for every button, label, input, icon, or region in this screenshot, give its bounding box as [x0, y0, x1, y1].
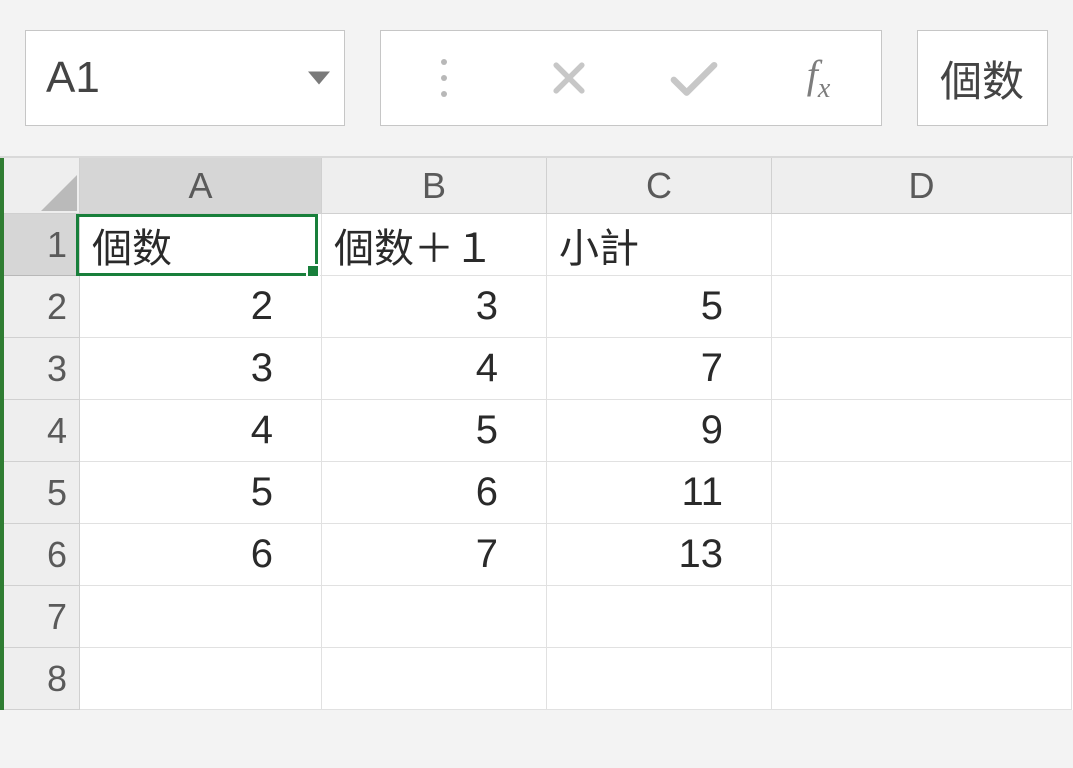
cell[interactable]: [80, 648, 322, 710]
row-header[interactable]: 7: [4, 586, 80, 648]
column-header-a[interactable]: A: [80, 158, 322, 214]
cell[interactable]: [322, 648, 547, 710]
cell[interactable]: [80, 586, 322, 648]
cell[interactable]: [772, 648, 1072, 710]
cell[interactable]: [547, 586, 772, 648]
select-all-corner[interactable]: [4, 158, 80, 214]
column-header-d[interactable]: D: [772, 158, 1072, 214]
fx-icon: fx: [807, 51, 831, 105]
cell[interactable]: 個数: [80, 214, 322, 276]
cell[interactable]: [772, 276, 1072, 338]
insert-function-button[interactable]: fx: [756, 31, 881, 125]
cell[interactable]: 個数＋１: [322, 214, 547, 276]
formula-bar-input[interactable]: 個数: [917, 30, 1048, 126]
grid-row: 1 個数 個数＋１ 小計: [4, 214, 1073, 276]
cell[interactable]: 11: [547, 462, 772, 524]
chevron-down-icon[interactable]: [308, 72, 330, 85]
grid-row: 2 2 3 5: [4, 276, 1073, 338]
expand-handle-icon[interactable]: [381, 31, 506, 125]
grid-row: 5 5 6 11: [4, 462, 1073, 524]
cell[interactable]: 6: [80, 524, 322, 586]
cell[interactable]: 6: [322, 462, 547, 524]
cell[interactable]: 9: [547, 400, 772, 462]
column-header-c[interactable]: C: [547, 158, 772, 214]
cancel-button[interactable]: [506, 31, 631, 125]
column-header-b[interactable]: B: [322, 158, 547, 214]
row-header[interactable]: 2: [4, 276, 80, 338]
cell[interactable]: [772, 214, 1072, 276]
grid-row: 6 6 7 13: [4, 524, 1073, 586]
cell[interactable]: 7: [547, 338, 772, 400]
column-header-row: A B C D: [4, 158, 1073, 214]
cell[interactable]: [547, 648, 772, 710]
name-box[interactable]: [25, 30, 345, 126]
grid-row: 8: [4, 648, 1073, 710]
row-header[interactable]: 1: [4, 214, 80, 276]
cell[interactable]: 4: [80, 400, 322, 462]
row-header[interactable]: 3: [4, 338, 80, 400]
row-header[interactable]: 5: [4, 462, 80, 524]
name-box-input[interactable]: [44, 52, 264, 104]
row-header[interactable]: 6: [4, 524, 80, 586]
cell[interactable]: [322, 586, 547, 648]
cell[interactable]: 2: [80, 276, 322, 338]
cell[interactable]: [772, 462, 1072, 524]
cell[interactable]: 4: [322, 338, 547, 400]
cell[interactable]: [772, 338, 1072, 400]
cell[interactable]: 3: [80, 338, 322, 400]
grid-row: 4 4 5 9: [4, 400, 1073, 462]
cell[interactable]: 13: [547, 524, 772, 586]
cell[interactable]: 7: [322, 524, 547, 586]
cell[interactable]: 5: [322, 400, 547, 462]
row-header[interactable]: 4: [4, 400, 80, 462]
cell[interactable]: [772, 400, 1072, 462]
enter-button[interactable]: [631, 31, 756, 125]
row-header[interactable]: 8: [4, 648, 80, 710]
cell[interactable]: 5: [80, 462, 322, 524]
formula-bar: fx 個数: [0, 0, 1073, 158]
grid-row: 7: [4, 586, 1073, 648]
cell[interactable]: 小計: [547, 214, 772, 276]
cell[interactable]: 5: [547, 276, 772, 338]
cell[interactable]: [772, 586, 1072, 648]
formula-bar-buttons: fx: [380, 30, 882, 126]
cell[interactable]: [772, 524, 1072, 586]
spreadsheet-grid: A B C D 1 個数 個数＋１ 小計 2 2 3 5 3 3 4 7: [0, 158, 1073, 710]
cell[interactable]: 3: [322, 276, 547, 338]
grid-row: 3 3 4 7: [4, 338, 1073, 400]
